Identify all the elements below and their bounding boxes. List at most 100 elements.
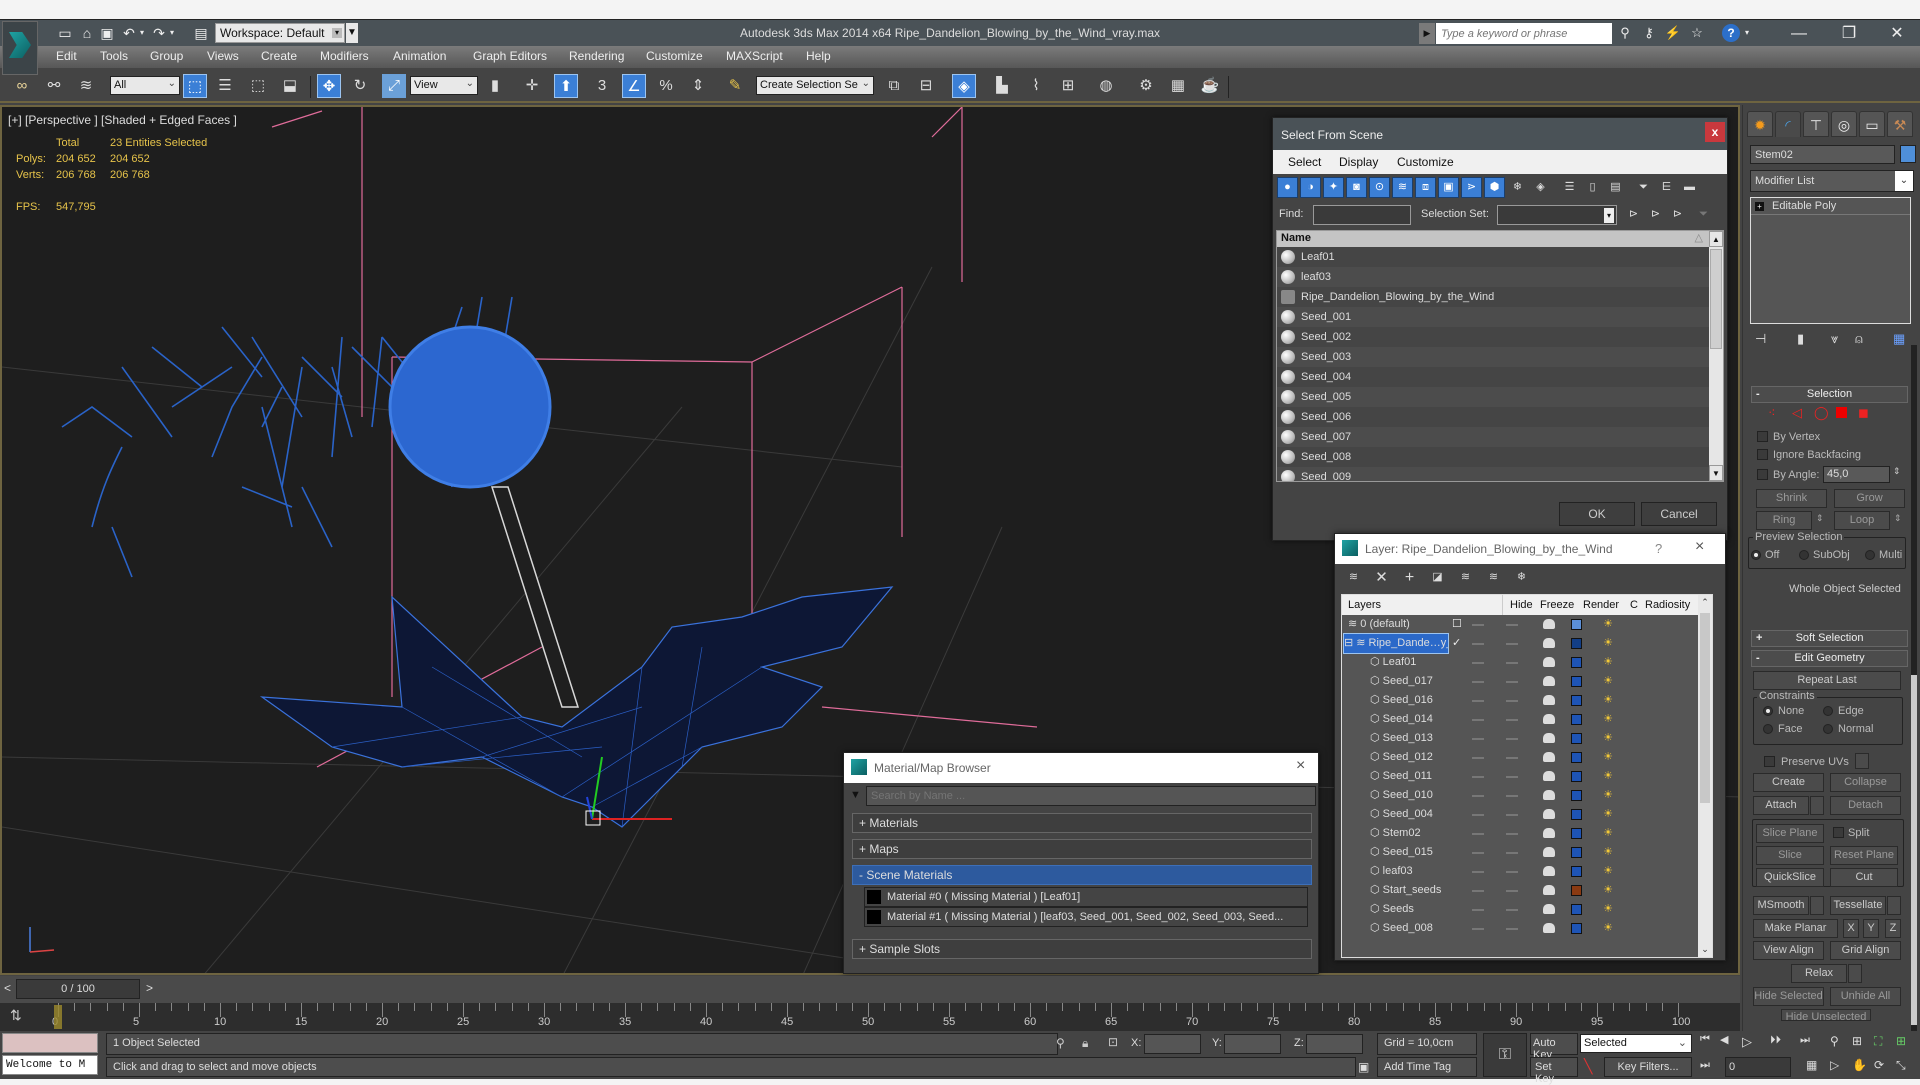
object-list-item[interactable]: Seed_004 [1277,367,1709,387]
layer-object-row[interactable]: ⬡ Leaf01 ☀ [1342,653,1697,672]
menu-tools[interactable]: Tools [100,49,128,63]
select-all-icon[interactable]: ☰ [1559,177,1580,198]
radiosity-sun-icon[interactable]: ☀ [1601,883,1615,897]
cut-button[interactable]: Cut [1830,868,1898,887]
current-layer-toggle[interactable]: ✓ [1452,634,1461,653]
object-list-item[interactable]: Leaf01 [1277,247,1709,267]
column-freeze[interactable]: Freeze [1540,599,1574,611]
render-teapot-icon[interactable] [1543,790,1555,800]
create-tab-icon[interactable]: ✹ [1747,111,1773,137]
search-by-name-input[interactable] [866,786,1316,806]
ok-button[interactable]: OK [1559,502,1635,526]
binoculars-icon[interactable]: ⚲ [1616,24,1634,42]
soft-selection-rollout-header[interactable]: + Soft Selection [1751,630,1908,647]
layer-object-row[interactable]: ⬡ Seed_011 ☀ [1342,767,1697,786]
layer-object-row[interactable]: ⬡ Seed_004 ☀ [1342,805,1697,824]
lights-filter-icon[interactable]: ✦ [1323,177,1344,198]
next-frame-icon[interactable]: ⏵⏵ [1770,1034,1781,1047]
render-teapot-icon[interactable] [1543,904,1555,914]
radiosity-sun-icon[interactable]: ☀ [1601,693,1615,707]
key-mode-toggle-icon[interactable]: ⏭ [1700,1059,1710,1072]
view-align-button[interactable]: View Align [1753,941,1824,960]
render-teapot-icon[interactable] [1543,885,1555,895]
manipulate-icon[interactable]: ✛ [520,74,544,98]
shrink-button[interactable]: Shrink [1756,489,1827,508]
freeze-toggle[interactable] [1506,833,1518,835]
create-button[interactable]: Create [1753,773,1824,792]
geometry-filter-icon[interactable]: ● [1277,177,1298,198]
menu-graph-editors[interactable]: Graph Editors [473,49,547,63]
layer-object-row[interactable]: ⬡ Seed_008 ☀ [1342,919,1697,938]
curve-editor-icon[interactable]: ⌇ [1024,74,1048,98]
tessellate-button[interactable]: Tessellate [1830,896,1886,915]
hide-toggle[interactable] [1472,814,1484,816]
radiosity-sun-icon[interactable]: ☀ [1601,655,1615,669]
create-selection-set-icon[interactable]: ⊳ [1623,204,1644,225]
go-to-start-icon[interactable]: ⏮ [1700,1033,1710,1046]
render-teapot-icon[interactable] [1543,638,1555,648]
render-teapot-icon[interactable] [1543,714,1555,724]
preview-off-radio[interactable] [1751,550,1761,560]
layer-manager-icon[interactable]: ◈ [952,74,976,98]
hide-toggle[interactable] [1472,719,1484,721]
angle-snap-icon[interactable]: ∠ [622,74,646,98]
spinner-arrows-icon[interactable]: ⇕ [1893,466,1901,477]
layer-object-row[interactable]: ⬡ Seed_010 ☀ [1342,786,1697,805]
radiosity-sun-icon[interactable]: ☀ [1601,845,1615,859]
radiosity-sun-icon[interactable]: ☀ [1601,617,1615,631]
align-icon[interactable]: ⊟ [914,74,938,98]
material-item[interactable]: Material #0 ( Missing Material ) [Leaf01… [864,887,1308,907]
hierarchy-tab-icon[interactable]: ⊤ [1803,111,1829,137]
freeze-toggle[interactable] [1506,928,1518,930]
remove-modifier-icon[interactable]: ⍝ [1855,331,1863,347]
highlight-selected-layer-icon[interactable]: ≋ [1455,567,1476,588]
ring-button[interactable]: Ring [1756,511,1812,530]
auto-key-button[interactable]: Auto Key [1530,1033,1578,1061]
frozen-filter-icon[interactable]: ❄ [1507,177,1528,198]
menu-customize[interactable]: Customize [646,49,703,63]
layer-color-swatch[interactable] [1571,828,1582,839]
time-slider-thumb[interactable]: 0 / 100 [16,979,140,999]
time-tag-icon[interactable]: ▣ [1358,1060,1369,1074]
selection-lock-icon[interactable]: 🔒︎ [1082,1036,1088,1051]
zoom-extents-all-icon[interactable]: ⊞ [1896,1034,1906,1048]
select-and-move-icon[interactable]: ✥ [317,74,341,98]
workspace-menu-icon[interactable]: ▼ [346,23,358,43]
column-layers[interactable]: Layers [1348,599,1381,611]
radiosity-sun-icon[interactable]: ☀ [1601,788,1615,802]
layer-color-swatch[interactable] [1571,657,1582,668]
unhide-all-button[interactable]: Unhide All [1830,987,1901,1006]
minimize-button[interactable]: — [1776,20,1822,47]
object-list-item[interactable]: Seed_005 [1277,387,1709,407]
hide-toggle[interactable] [1472,795,1484,797]
layer-row[interactable]: ≋ 0 (default) ☐ ☀ [1342,615,1697,634]
layer-color-swatch[interactable] [1571,619,1582,630]
render-teapot-icon[interactable] [1543,619,1555,629]
freeze-all-layers-icon[interactable]: ❄ [1511,567,1532,588]
radiosity-sun-icon[interactable]: ☀ [1601,636,1615,650]
ring-spinner-icon[interactable]: ⇕ [1816,513,1824,524]
layer-color-swatch[interactable] [1571,733,1582,744]
track-bar[interactable]: ⇅ 05101520253035404550556065707580859095… [0,1003,1740,1031]
motion-tab-icon[interactable]: ◎ [1831,111,1857,137]
grow-button[interactable]: Grow [1834,489,1905,508]
select-none-icon[interactable]: ▯ [1582,177,1603,198]
relax-button[interactable]: Relax [1791,964,1847,983]
element-mode-icon[interactable]: ◼ [1858,405,1869,421]
add-to-layer-icon[interactable]: + [1399,567,1420,588]
maxscript-mini-listener-top[interactable] [2,1033,98,1053]
make-planar-x-button[interactable]: X [1843,919,1859,938]
key-filters-button[interactable]: Key Filters... [1604,1057,1692,1077]
loop-spinner-icon[interactable]: ⇕ [1894,513,1902,524]
filter-icon[interactable]: ⏷ [1633,177,1654,198]
render-production-icon[interactable]: ☕ [1198,74,1222,98]
tessellate-settings-button[interactable] [1887,896,1901,915]
y-coordinate-input[interactable] [1224,1034,1281,1054]
layer-color-swatch[interactable] [1571,904,1582,915]
close-button[interactable]: ✕ [1874,20,1920,47]
time-slider-next[interactable]: > [146,981,153,995]
freeze-toggle[interactable] [1506,852,1518,854]
scrollbar-thumb[interactable] [1911,675,1917,1025]
layer-color-swatch[interactable] [1571,866,1582,877]
layer-object-row[interactable]: ⬡ Seed_017 ☀ [1342,672,1697,691]
